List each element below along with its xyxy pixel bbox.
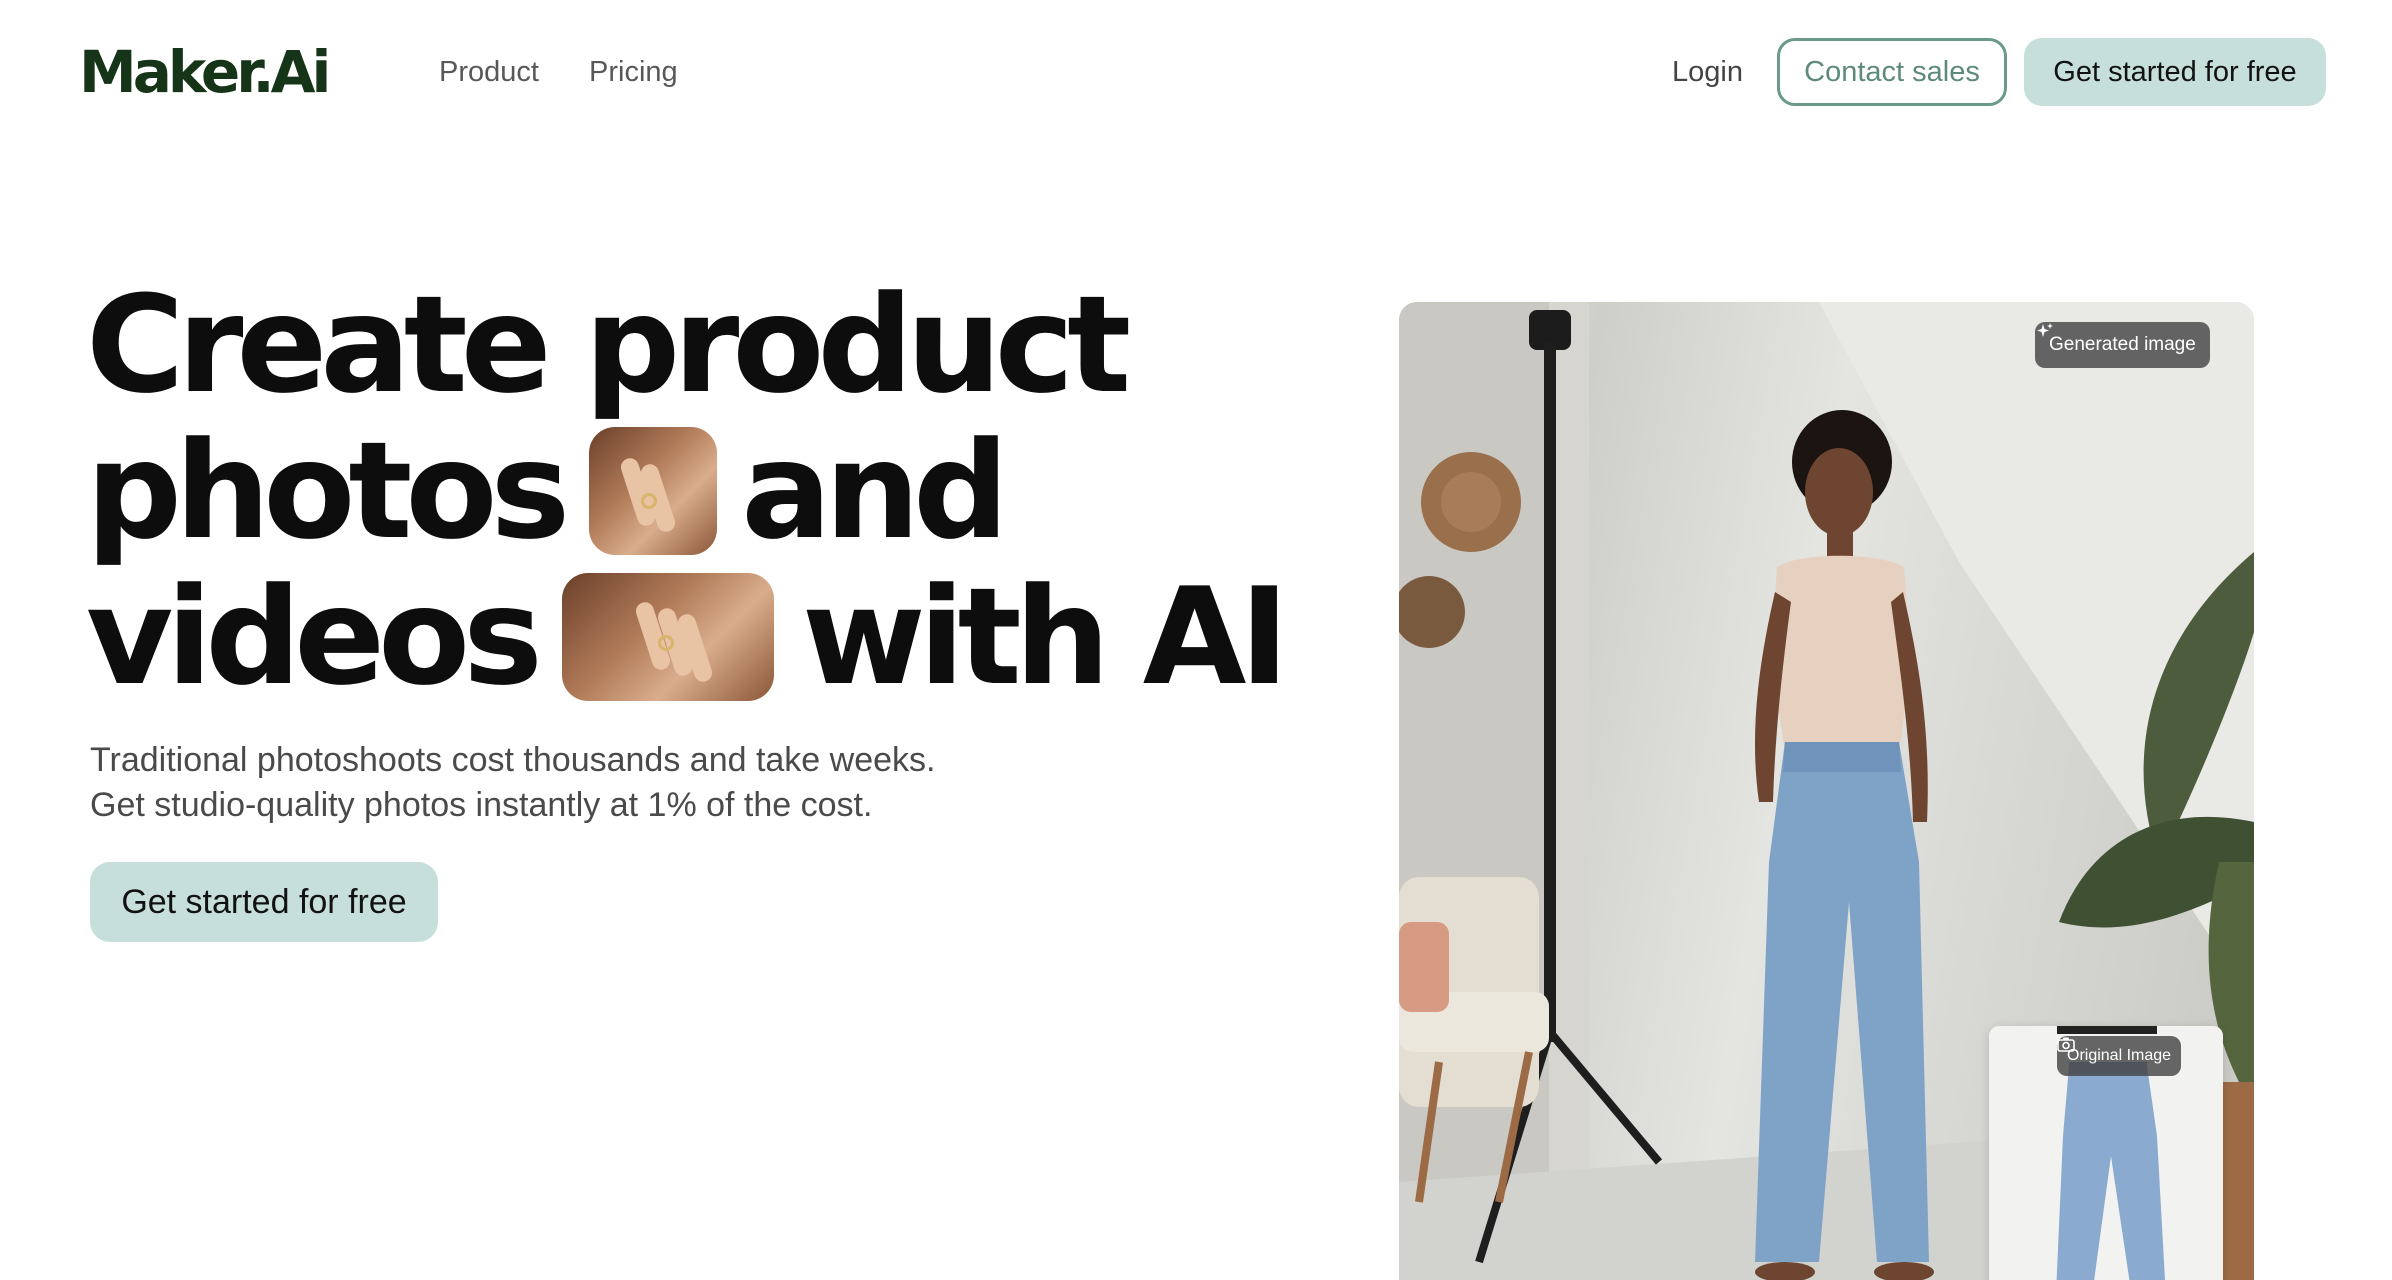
hero-subtitle-line-1: Traditional photoshoots cost thousands a…	[90, 741, 936, 779]
hero-title-word: and	[741, 413, 1009, 569]
hand-ring-video-thumbnail-image	[561, 573, 774, 701]
hero-title-word: videos	[86, 559, 543, 715]
landing-page: Maker.Ai Product Pricing Login Contact s…	[0, 0, 2392, 1280]
hero-title: Create product photos and videos with AI	[86, 272, 1289, 715]
hero-title-line-3: videos with AI	[86, 559, 1289, 715]
hero-title-word: with AI	[801, 559, 1289, 715]
get-started-hero-button[interactable]: Get started for free	[90, 862, 438, 942]
logo[interactable]: Maker.Ai	[79, 36, 331, 108]
hero-title-word: Create product	[86, 267, 1131, 423]
hero-subtitle-line-2: Get studio-quality photos instantly at 1…	[90, 786, 873, 824]
hero-subtitle: Traditional photoshoots cost thousands a…	[90, 738, 935, 828]
hero-title-line-2: photos and	[86, 418, 1282, 564]
generated-image-label: Generated image	[2049, 334, 2196, 355]
login-link[interactable]: Login	[1672, 52, 1743, 92]
original-image-label: Original Image	[2067, 1047, 2172, 1064]
hero-title-word: photos	[86, 413, 570, 569]
hand-ring-thumbnail-image	[589, 427, 718, 555]
nav-product[interactable]: Product	[439, 52, 539, 92]
generated-image-badge: Generated image	[2035, 322, 2210, 368]
nav-pricing[interactable]: Pricing	[589, 52, 678, 92]
contact-sales-button[interactable]: Contact sales	[1777, 38, 2007, 106]
hero-title-line-1: Create product	[86, 272, 1282, 418]
generated-model-image: Generated image Original Image	[1399, 302, 2254, 1280]
original-image-badge: Original Image	[2057, 1036, 2182, 1076]
get-started-header-button[interactable]: Get started for free	[2024, 38, 2326, 106]
camera-icon	[2057, 1037, 2075, 1052]
sparkle-icon	[2037, 323, 2053, 337]
